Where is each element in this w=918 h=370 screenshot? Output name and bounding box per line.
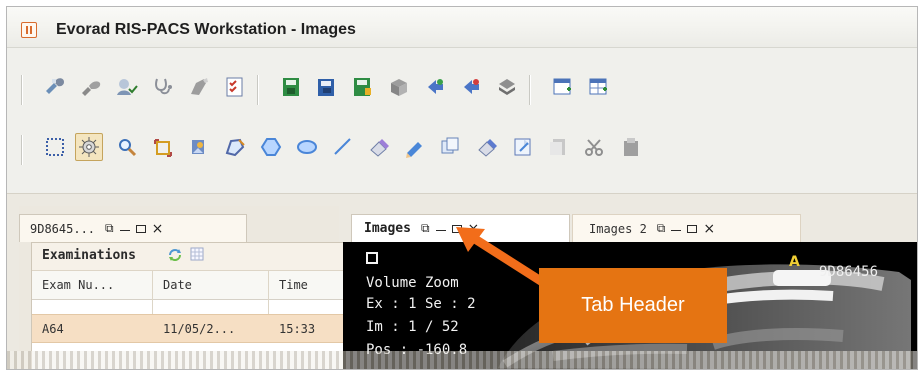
minimize-icon[interactable]: [119, 230, 130, 231]
column-header-time[interactable]: Time: [279, 271, 339, 299]
pen-icon[interactable]: [185, 73, 213, 101]
overlay-checkbox[interactable]: [366, 252, 378, 264]
exam-number-cell: A64: [42, 321, 64, 336]
hexagon-icon[interactable]: [257, 133, 285, 161]
undock-icon[interactable]: ⧉: [421, 221, 430, 236]
date-cell: 11/05/2...: [163, 321, 236, 336]
ellipse-icon[interactable]: [293, 133, 321, 161]
document-icon[interactable]: [509, 133, 537, 161]
window-title: Evorad RIS-PACS Workstation - Images: [56, 21, 356, 38]
tab-images-2[interactable]: Images 2 ⧉ ×: [572, 214, 801, 242]
close-icon[interactable]: ×: [152, 222, 164, 236]
app-window: Evorad RIS-PACS Workstation - Images 9D8…: [6, 6, 918, 370]
line-icon[interactable]: [329, 133, 357, 161]
tab-controls: ⧉ ×: [105, 221, 163, 236]
left-pane-tab-label: 9D8645...: [30, 221, 96, 236]
magnifier-icon[interactable]: [113, 133, 141, 161]
tab-images-2-label: Images 2: [589, 221, 647, 236]
examinations-title: Examinations: [42, 248, 136, 263]
undock-icon[interactable]: ⧉: [657, 221, 666, 236]
eraser-icon[interactable]: [365, 133, 393, 161]
stethoscope-icon[interactable]: [149, 73, 177, 101]
select-rect-icon[interactable]: [41, 133, 69, 161]
toolbar-divider: [529, 75, 530, 105]
polygon-tool-icon[interactable]: [221, 133, 249, 161]
maximize-icon[interactable]: [451, 224, 462, 233]
maximize-icon[interactable]: [135, 224, 146, 233]
time-cell: 15:33: [279, 321, 316, 336]
box-icon[interactable]: [385, 73, 413, 101]
orientation-label: A: [789, 254, 800, 270]
paste-icon[interactable]: [617, 133, 645, 161]
wrench-icon[interactable]: [41, 73, 69, 101]
tab-controls: ⧉ ×: [421, 221, 479, 236]
column-header-exam-number[interactable]: Exam Nu...: [42, 271, 152, 299]
grid-window-icon[interactable]: [585, 73, 613, 101]
toolbar-row-1: [7, 73, 917, 113]
workspace: 9D8645... ⧉ × Examinations Exam Nu... Da…: [7, 193, 917, 369]
tab-images[interactable]: Images ⧉ ×: [351, 214, 570, 242]
save-all-icon[interactable]: [313, 73, 341, 101]
tab-controls: ⧉ ×: [657, 221, 715, 236]
export-icon[interactable]: [457, 73, 485, 101]
eraser-2-icon[interactable]: [473, 133, 501, 161]
undock-icon[interactable]: ⧉: [105, 221, 114, 236]
checklist-icon[interactable]: [221, 73, 249, 101]
tool-icon[interactable]: [77, 73, 105, 101]
transfer-icon[interactable]: [421, 73, 449, 101]
close-icon[interactable]: ×: [703, 222, 715, 236]
toolbar-divider: [21, 135, 22, 165]
bottom-panel-strip: [7, 351, 917, 369]
title-bar: Evorad RIS-PACS Workstation - Images: [7, 7, 917, 48]
left-pane-tab[interactable]: 9D8645... ⧉ ×: [19, 214, 247, 242]
scissors-icon[interactable]: [581, 133, 609, 161]
crop-icon[interactable]: [149, 133, 177, 161]
toolbar-row-2: [7, 133, 917, 173]
tab-images-label: Images: [364, 221, 411, 236]
table-row[interactable]: A64 11/05/2... 15:33: [32, 314, 350, 343]
patient-id: 9D86456: [819, 264, 879, 280]
grid-icon[interactable]: [189, 246, 205, 262]
user-check-icon[interactable]: [113, 73, 141, 101]
new-window-icon[interactable]: [549, 73, 577, 101]
image-tool-icon[interactable]: [185, 133, 213, 161]
toolbar-divider: [21, 75, 22, 105]
examinations-header: Examinations: [32, 243, 350, 271]
save-icon[interactable]: [277, 73, 305, 101]
minimize-icon[interactable]: [435, 230, 446, 231]
tab-header-callout: Tab Header: [539, 268, 727, 343]
pencil-icon[interactable]: [401, 133, 429, 161]
pages-icon[interactable]: [545, 133, 573, 161]
table-header-row: Exam Nu... Date Time: [32, 271, 350, 300]
save-color-icon[interactable]: [349, 73, 377, 101]
left-pane: 9D8645... ⧉ × Examinations Exam Nu... Da…: [19, 206, 351, 369]
minimize-icon[interactable]: [671, 230, 682, 231]
copy-icon[interactable]: [437, 133, 465, 161]
app-logo-icon: [21, 22, 37, 38]
toolbar-divider: [257, 75, 258, 105]
column-header-date[interactable]: Date: [163, 271, 263, 299]
maximize-icon[interactable]: [687, 224, 698, 233]
image-index-label: Im : 1 / 52: [366, 319, 459, 335]
volume-zoom-label: Volume Zoom: [366, 275, 459, 291]
exam-series-label: Ex : 1 Se : 2: [366, 296, 476, 312]
settings-icon[interactable]: [75, 133, 103, 161]
refresh-icon[interactable]: [167, 247, 183, 263]
close-icon[interactable]: ×: [468, 222, 480, 236]
stack-icon[interactable]: [493, 73, 521, 101]
